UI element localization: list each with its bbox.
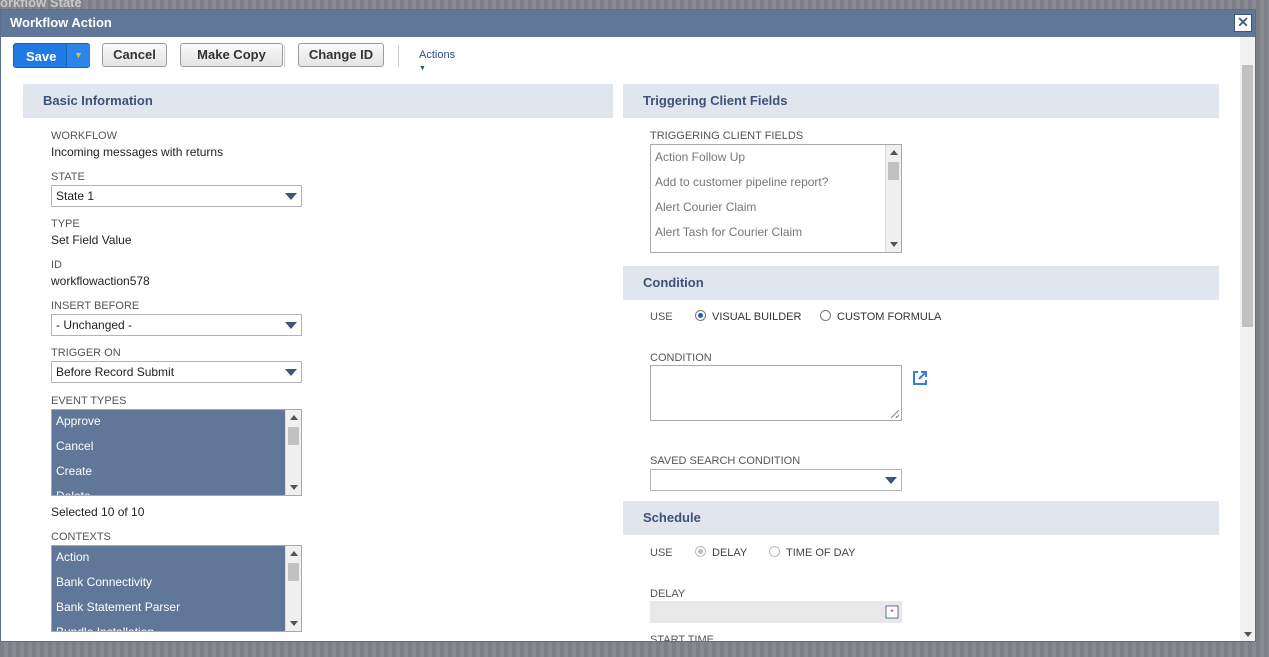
trigger-on-select-value: Before Record Submit [56, 365, 175, 379]
schedule-header[interactable]: Schedule [623, 501, 1219, 535]
calculator-icon[interactable]: * [885, 605, 899, 619]
dropdown-arrow-icon [285, 369, 297, 376]
type-value: Set Field Value [51, 233, 132, 247]
state-select-value: State 1 [56, 189, 95, 203]
scrollbar[interactable] [285, 546, 301, 631]
visual-builder-label[interactable]: VISUAL BUILDER [712, 311, 801, 323]
toolbar-divider [398, 45, 399, 67]
condition-textarea[interactable] [650, 365, 902, 421]
time-of-day-radio[interactable] [769, 546, 780, 557]
delay-label: DELAY [650, 588, 686, 600]
start-time-label: START TIME [650, 634, 714, 642]
open-external-icon[interactable] [912, 370, 928, 386]
trigger-on-select[interactable]: Before Record Submit [51, 361, 302, 383]
list-item[interactable]: Bundle Installation [52, 621, 286, 631]
condition-header[interactable]: Condition [623, 266, 1219, 300]
make-copy-button[interactable]: Make Copy [180, 43, 283, 67]
id-value: workflowaction578 [51, 274, 150, 288]
id-label: ID [51, 259, 62, 271]
scroll-up-icon[interactable] [290, 551, 298, 556]
dropdown-arrow-icon [285, 193, 297, 200]
insert-before-select-value: - Unchanged - [56, 318, 133, 332]
actions-menu[interactable]: Actions ▼ [419, 49, 455, 73]
insert-before-label: INSERT BEFORE [51, 300, 140, 312]
workflow-action-dialog: Workflow Action ✕ Save ▼ Cancel Make Cop… [0, 9, 1256, 642]
dialog-title: Workflow Action [10, 15, 112, 30]
svg-text:*: * [890, 608, 893, 617]
scrollbar[interactable] [285, 410, 301, 495]
scroll-thumb[interactable] [288, 427, 299, 445]
schedule-use-label: USE [650, 547, 673, 559]
saved-search-condition-label: SAVED SEARCH CONDITION [650, 455, 801, 467]
list-item[interactable]: Bank Connectivity [52, 571, 286, 596]
scroll-up-icon[interactable] [890, 150, 898, 155]
workflow-value: Incoming messages with returns [51, 145, 224, 159]
basic-information-header[interactable]: Basic Information [23, 84, 613, 118]
scroll-down-icon[interactable] [290, 485, 298, 490]
visual-builder-radio[interactable] [695, 310, 706, 321]
scrollbar[interactable] [885, 145, 901, 252]
triggering-client-fields-listbox[interactable]: Action Follow Up Add to customer pipelin… [650, 144, 902, 253]
save-button-label: Save [26, 49, 57, 64]
event-types-count: Selected 10 of 10 [51, 505, 145, 519]
dropdown-arrow-icon [885, 477, 897, 484]
triggering-client-fields-label: TRIGGERING CLIENT FIELDS [650, 130, 804, 142]
list-item[interactable]: Create [52, 460, 286, 485]
time-of-day-label[interactable]: TIME OF DAY [786, 547, 855, 559]
scroll-thumb[interactable] [888, 162, 899, 180]
scroll-thumb[interactable] [288, 563, 299, 581]
caret-down-icon: ▼ [419, 65, 426, 72]
save-button[interactable]: Save ▼ [13, 43, 90, 68]
scroll-down-icon[interactable] [1244, 632, 1252, 637]
list-item[interactable]: Action [52, 546, 286, 571]
dialog-titlebar: Workflow Action ✕ [1, 10, 1255, 37]
list-item[interactable]: Cancel [52, 435, 286, 460]
condition-label: CONDITION [650, 352, 712, 364]
delay-field[interactable]: * [650, 601, 902, 623]
state-label: STATE [51, 171, 85, 183]
condition-use-label: USE [650, 311, 673, 323]
workflow-label: WORKFLOW [51, 130, 117, 142]
event-types-listbox[interactable]: Approve Cancel Create Delete [51, 409, 302, 496]
list-item[interactable]: Approve [52, 410, 286, 435]
event-types-label: EVENT TYPES [51, 395, 127, 407]
insert-before-select[interactable]: - Unchanged - [51, 314, 302, 336]
list-item[interactable]: Alert Courier Claim [651, 196, 886, 221]
custom-formula-label[interactable]: CUSTOM FORMULA [837, 311, 941, 323]
list-item[interactable]: Alert Tash for Courier Claim [651, 221, 886, 246]
dropdown-arrow-icon [285, 322, 297, 329]
list-item[interactable]: Delete [52, 485, 286, 495]
custom-formula-radio[interactable] [820, 310, 831, 321]
contexts-label: CONTEXTS [51, 531, 111, 543]
scroll-down-icon[interactable] [890, 242, 898, 247]
list-item[interactable]: Bank Statement Parser [52, 596, 286, 621]
contexts-listbox[interactable]: Action Bank Connectivity Bank Statement … [51, 545, 302, 632]
toolbar-divider [284, 45, 285, 67]
change-id-button[interactable]: Change ID [298, 43, 384, 67]
scroll-up-icon[interactable] [290, 415, 298, 420]
trigger-on-label: TRIGGER ON [51, 347, 121, 359]
dialog-scrollbar[interactable] [1240, 37, 1255, 641]
scroll-thumb[interactable] [1242, 65, 1253, 327]
delay-option-label[interactable]: DELAY [712, 547, 747, 559]
chevron-down-icon: ▼ [74, 50, 83, 60]
cancel-button[interactable]: Cancel [102, 43, 167, 67]
saved-search-condition-select[interactable] [650, 469, 902, 491]
list-item[interactable]: Action Follow Up [651, 146, 886, 171]
list-item[interactable]: Add to customer pipeline report? [651, 171, 886, 196]
state-select[interactable]: State 1 [51, 185, 302, 207]
actions-menu-label: Actions [419, 49, 456, 61]
resize-handle-icon[interactable] [891, 410, 899, 418]
close-icon[interactable]: ✕ [1234, 14, 1252, 32]
type-label: TYPE [51, 218, 80, 230]
save-menu-toggle[interactable]: ▼ [66, 44, 90, 67]
delay-radio[interactable] [695, 546, 706, 557]
scroll-down-icon[interactable] [290, 621, 298, 626]
triggering-client-fields-header[interactable]: Triggering Client Fields [623, 84, 1219, 118]
